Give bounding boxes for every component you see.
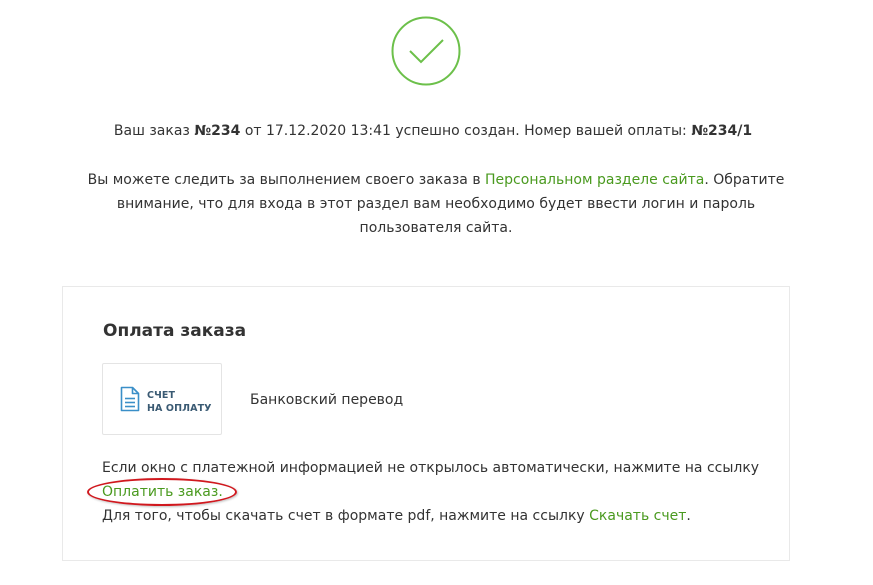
payment-note-text: Если окно с платежной информацией не отк…: [102, 460, 760, 476]
payment-panel: Оплата заказа Счет на оплату Банковский …: [62, 286, 790, 561]
info-text-before: Вы можете следить за выполнением своего …: [87, 172, 486, 188]
payment-note: Если окно с платежной информацией не отк…: [87, 456, 782, 528]
pay-order-link-wrapper: Оплатить заказ.: [87, 478, 237, 506]
download-end: .: [686, 508, 691, 524]
document-icon: [120, 386, 140, 412]
order-confirmation: Ваш заказ №234 от 17.12.2020 13:41 успеш…: [0, 121, 866, 141]
order-prefix: Ваш заказ: [113, 123, 195, 139]
download-invoice-link[interactable]: Скачать счет: [589, 508, 686, 524]
order-middle: от 17.12.2020 13:41 успешно создан. Номе…: [240, 123, 692, 139]
invoice-card-line2: на оплату: [147, 403, 212, 414]
invoice-payment-method-card[interactable]: Счет на оплату: [102, 363, 222, 435]
payment-title: Оплата заказа: [103, 321, 247, 341]
personal-section-info: Вы можете следить за выполнением своего …: [80, 168, 792, 240]
invoice-card-line1: Счет: [147, 390, 176, 401]
personal-section-link[interactable]: Персональном разделе сайта: [485, 172, 704, 188]
order-number: №234: [194, 123, 241, 139]
download-text: Для того, чтобы скачать счет в формате p…: [102, 508, 590, 524]
pay-order-link[interactable]: Оплатить заказ.: [102, 484, 223, 500]
success-checkmark-icon: [391, 16, 461, 86]
payment-method-name: Банковский перевод: [250, 392, 404, 408]
invoice-card-label: Счет на оплату: [147, 389, 212, 415]
payment-number: №234/1: [691, 123, 753, 139]
